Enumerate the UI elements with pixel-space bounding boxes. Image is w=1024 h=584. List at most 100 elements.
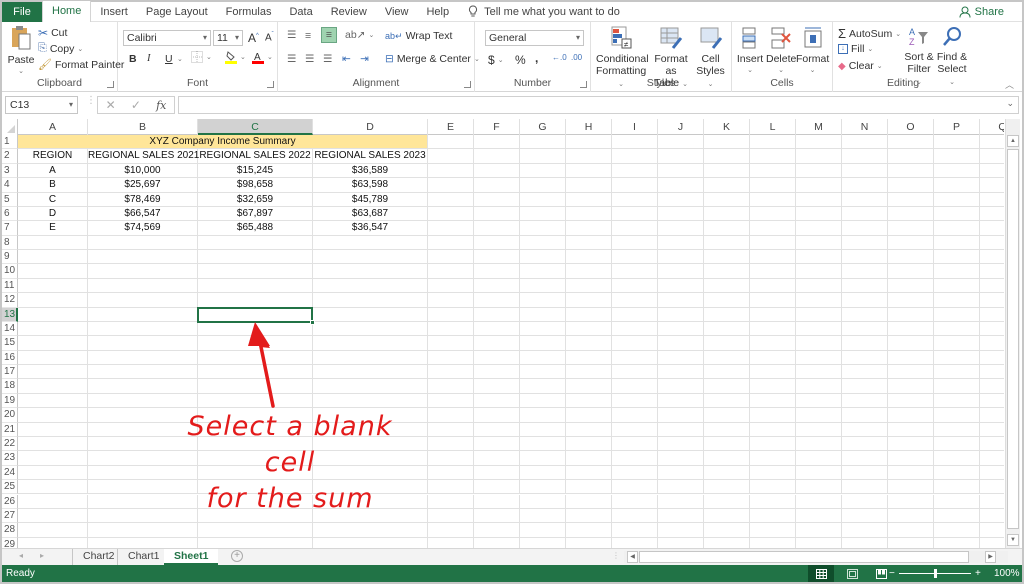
cell-e5[interactable]	[428, 192, 474, 207]
cell-l9[interactable]	[750, 250, 796, 265]
row-header-29[interactable]: 29	[2, 537, 18, 548]
cell-m3[interactable]	[796, 163, 842, 179]
cell-k18[interactable]	[704, 379, 750, 394]
cell-g7[interactable]	[520, 221, 566, 236]
increase-decimal-button[interactable]: ←.0	[552, 53, 567, 62]
cell-m27[interactable]	[796, 508, 842, 524]
data-cell[interactable]: D	[18, 206, 88, 222]
cell-c28[interactable]	[198, 523, 313, 538]
underline-dropdown-icon[interactable]: ⌄	[177, 55, 183, 63]
cell-m24[interactable]	[796, 465, 842, 481]
cell-h8[interactable]	[566, 235, 612, 251]
cell-k7[interactable]	[704, 221, 750, 236]
cell-j15[interactable]	[658, 336, 704, 351]
cell-p13[interactable]	[934, 307, 980, 322]
cell-n10[interactable]	[842, 264, 888, 279]
cell-f29[interactable]	[474, 537, 520, 548]
cell-j4[interactable]	[658, 178, 704, 193]
cell-d9[interactable]	[313, 250, 428, 265]
cell-n14[interactable]	[842, 321, 888, 337]
fill-color-button[interactable]: ⌄	[225, 50, 246, 64]
cell-i28[interactable]	[612, 523, 658, 538]
cell-n12[interactable]	[842, 293, 888, 308]
cell-f19[interactable]	[474, 393, 520, 409]
cell-g26[interactable]	[520, 494, 566, 509]
cell-c10[interactable]	[198, 264, 313, 279]
vertical-scrollbar[interactable]: ▲ ▼	[1005, 119, 1020, 548]
cell-g12[interactable]	[520, 293, 566, 308]
cell-f23[interactable]	[474, 451, 520, 466]
cell-p11[interactable]	[934, 278, 980, 294]
cell-q21[interactable]	[980, 423, 1004, 437]
data-cell[interactable]: A	[18, 163, 88, 179]
spreadsheet-grid[interactable]: ABCDEFGHIJKLMNOPQ 1 XYZ Company Income Su…	[2, 119, 1004, 548]
cell-h12[interactable]	[566, 293, 612, 308]
next-sheet-icon[interactable]: ▸	[40, 551, 44, 560]
cell-m8[interactable]	[796, 235, 842, 251]
cell-f22[interactable]	[474, 436, 520, 452]
cell-n22[interactable]	[842, 436, 888, 452]
cell-k6[interactable]	[704, 206, 750, 222]
autosum-dropdown-icon[interactable]: ⌄	[895, 30, 901, 38]
comma-button[interactable]: ,	[535, 51, 538, 65]
cell-h27[interactable]	[566, 508, 612, 524]
autosum-button[interactable]: Σ AutoSum ⌄	[838, 26, 901, 41]
cell-g11[interactable]	[520, 278, 566, 294]
cell-i10[interactable]	[612, 264, 658, 279]
tell-me-search[interactable]: Tell me what you want to do	[458, 5, 620, 18]
cell-j6[interactable]	[658, 206, 704, 222]
cell-p16[interactable]	[934, 350, 980, 366]
cell-m17[interactable]	[796, 365, 842, 380]
cell-m15[interactable]	[796, 336, 842, 351]
cell-p22[interactable]	[934, 436, 980, 452]
cell-h21[interactable]	[566, 422, 612, 437]
data-cell[interactable]: $45,789	[313, 192, 428, 207]
cell-l21[interactable]	[750, 422, 796, 437]
row-header-6[interactable]: 6	[2, 206, 18, 222]
cell-a15[interactable]	[18, 336, 88, 351]
cell-e28[interactable]	[428, 523, 474, 538]
cell-g9[interactable]	[520, 250, 566, 265]
cell-d16[interactable]	[313, 350, 428, 366]
data-cell[interactable]: $78,469	[88, 192, 198, 207]
cell-e12[interactable]	[428, 293, 474, 308]
data-cell[interactable]: $32,659	[198, 192, 313, 207]
cell-a17[interactable]	[18, 365, 88, 380]
cell-g1[interactable]	[520, 135, 566, 150]
cell-k2[interactable]	[704, 149, 750, 164]
page-layout-view-button[interactable]	[839, 565, 865, 582]
insert-cells-button[interactable]: Insert ⌄	[735, 26, 765, 77]
cell-l4[interactable]	[750, 178, 796, 193]
cell-i7[interactable]	[612, 221, 658, 236]
data-cell[interactable]: $65,488	[198, 221, 313, 236]
cell-h22[interactable]	[566, 436, 612, 452]
cell-f1[interactable]	[474, 135, 520, 150]
cell-e20[interactable]	[428, 408, 474, 423]
cell-f17[interactable]	[474, 365, 520, 380]
cell-f4[interactable]	[474, 178, 520, 193]
sheet-tab-chart1[interactable]: Chart1	[117, 549, 170, 565]
row-header-14[interactable]: 14	[2, 321, 18, 337]
cell-e22[interactable]	[428, 436, 474, 452]
cell-h20[interactable]	[566, 408, 612, 423]
cell-o16[interactable]	[888, 350, 934, 366]
column-header-e[interactable]: E	[428, 119, 474, 135]
cell-e11[interactable]	[428, 278, 474, 294]
cell-j2[interactable]	[658, 149, 704, 164]
cell-p4[interactable]	[934, 178, 980, 193]
cell-k5[interactable]	[704, 192, 750, 207]
cell-o6[interactable]	[888, 206, 934, 222]
cell-e26[interactable]	[428, 494, 474, 509]
cell-a24[interactable]	[18, 465, 88, 481]
cell-n19[interactable]	[842, 393, 888, 409]
column-header-f[interactable]: F	[474, 119, 520, 135]
cell-j14[interactable]	[658, 321, 704, 337]
data-cell[interactable]: $74,569	[88, 221, 198, 236]
cell-d11[interactable]	[313, 278, 428, 294]
row-header-8[interactable]: 8	[2, 235, 18, 251]
cell-g15[interactable]	[520, 336, 566, 351]
cell-g25[interactable]	[520, 480, 566, 495]
cell-h24[interactable]	[566, 465, 612, 481]
cell-m14[interactable]	[796, 321, 842, 337]
cell-p25[interactable]	[934, 480, 980, 495]
